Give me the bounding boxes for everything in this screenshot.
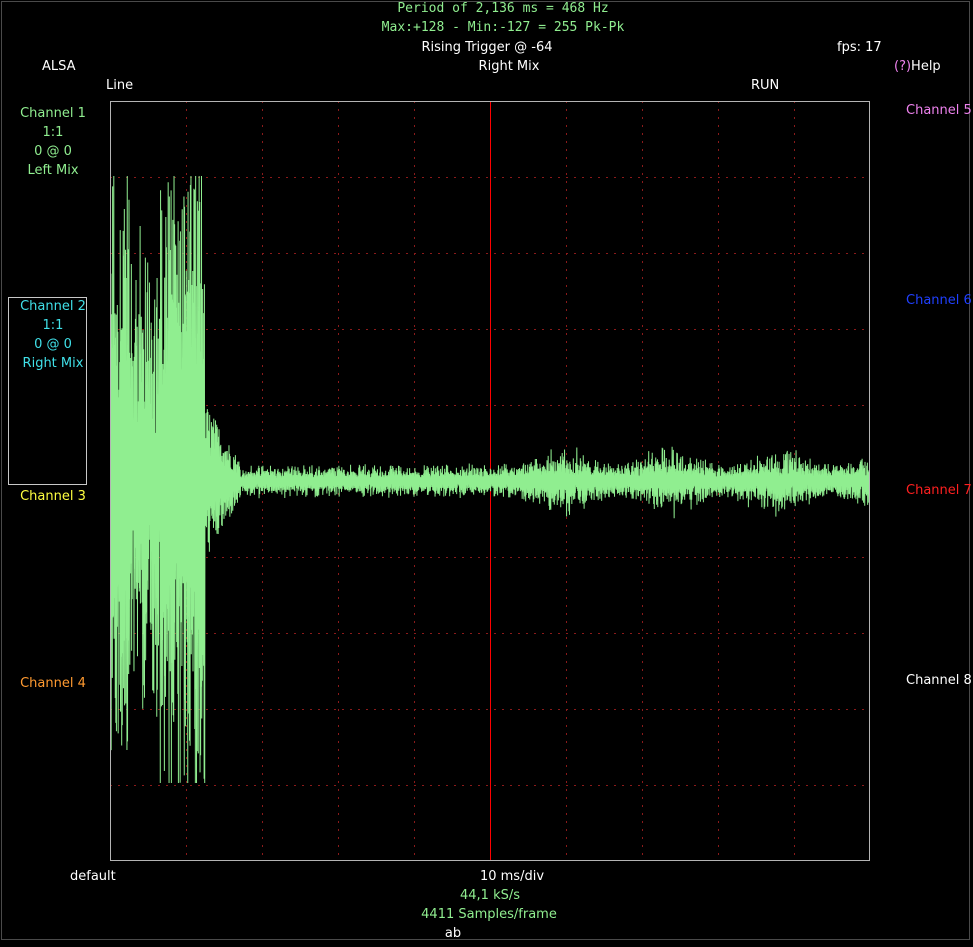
channel-2-scale[interactable]: 1:1 (3, 316, 103, 335)
audio-source-button[interactable]: ALSA (42, 59, 76, 75)
samples-per-frame-readout[interactable]: 4411 Samples/frame (421, 907, 557, 923)
channel-2-name[interactable]: Channel 2 (3, 297, 103, 316)
channel-1-scale[interactable]: 1:1 (3, 123, 103, 142)
amplitude-readout: Max:+128 - Min:-127 = 255 Pk-Pk (381, 20, 625, 35)
fps-readout: fps: 17 (837, 40, 882, 55)
channel-1-source[interactable]: Left Mix (3, 161, 103, 180)
timebase-control[interactable]: 10 ms/div (480, 869, 544, 885)
period-readout: Period of 2,136 ms = 468 Hz (397, 1, 609, 16)
channel-1-offset[interactable]: 0 @ 0 (3, 142, 103, 161)
sample-rate-readout[interactable]: 44,1 kS/s (460, 888, 520, 904)
channel-3-button[interactable]: Channel 3 (20, 489, 86, 505)
help-button[interactable]: (?)Help (894, 59, 941, 75)
channel-2-offset[interactable]: 0 @ 0 (3, 335, 103, 354)
channel-4-button[interactable]: Channel 4 (20, 676, 86, 692)
channel-5-button[interactable]: Channel 5 (906, 103, 972, 119)
run-stop-button[interactable]: RUN (751, 78, 779, 94)
input-select[interactable]: Line (106, 78, 133, 94)
display-mode-button[interactable]: ab (445, 926, 461, 942)
help-icon: (?) (894, 59, 912, 74)
channel-2-source[interactable]: Right Mix (3, 354, 103, 373)
channel-1-panel[interactable]: Channel 1 1:1 0 @ 0 Left Mix (3, 104, 103, 180)
trigger-readout[interactable]: Rising Trigger @ -64 (422, 40, 553, 56)
oscilloscope-screen[interactable] (110, 101, 870, 861)
channel-1-name[interactable]: Channel 1 (3, 104, 103, 123)
channel-7-button[interactable]: Channel 7 (906, 483, 972, 499)
preset-select[interactable]: default (70, 869, 116, 885)
channel-6-button[interactable]: Channel 6 (906, 293, 972, 309)
trigger-channel-label[interactable]: Right Mix (479, 59, 540, 75)
channel-2-panel[interactable]: Channel 2 1:1 0 @ 0 Right Mix (3, 297, 103, 373)
help-label: Help (911, 59, 941, 74)
channel-8-button[interactable]: Channel 8 (906, 673, 972, 689)
